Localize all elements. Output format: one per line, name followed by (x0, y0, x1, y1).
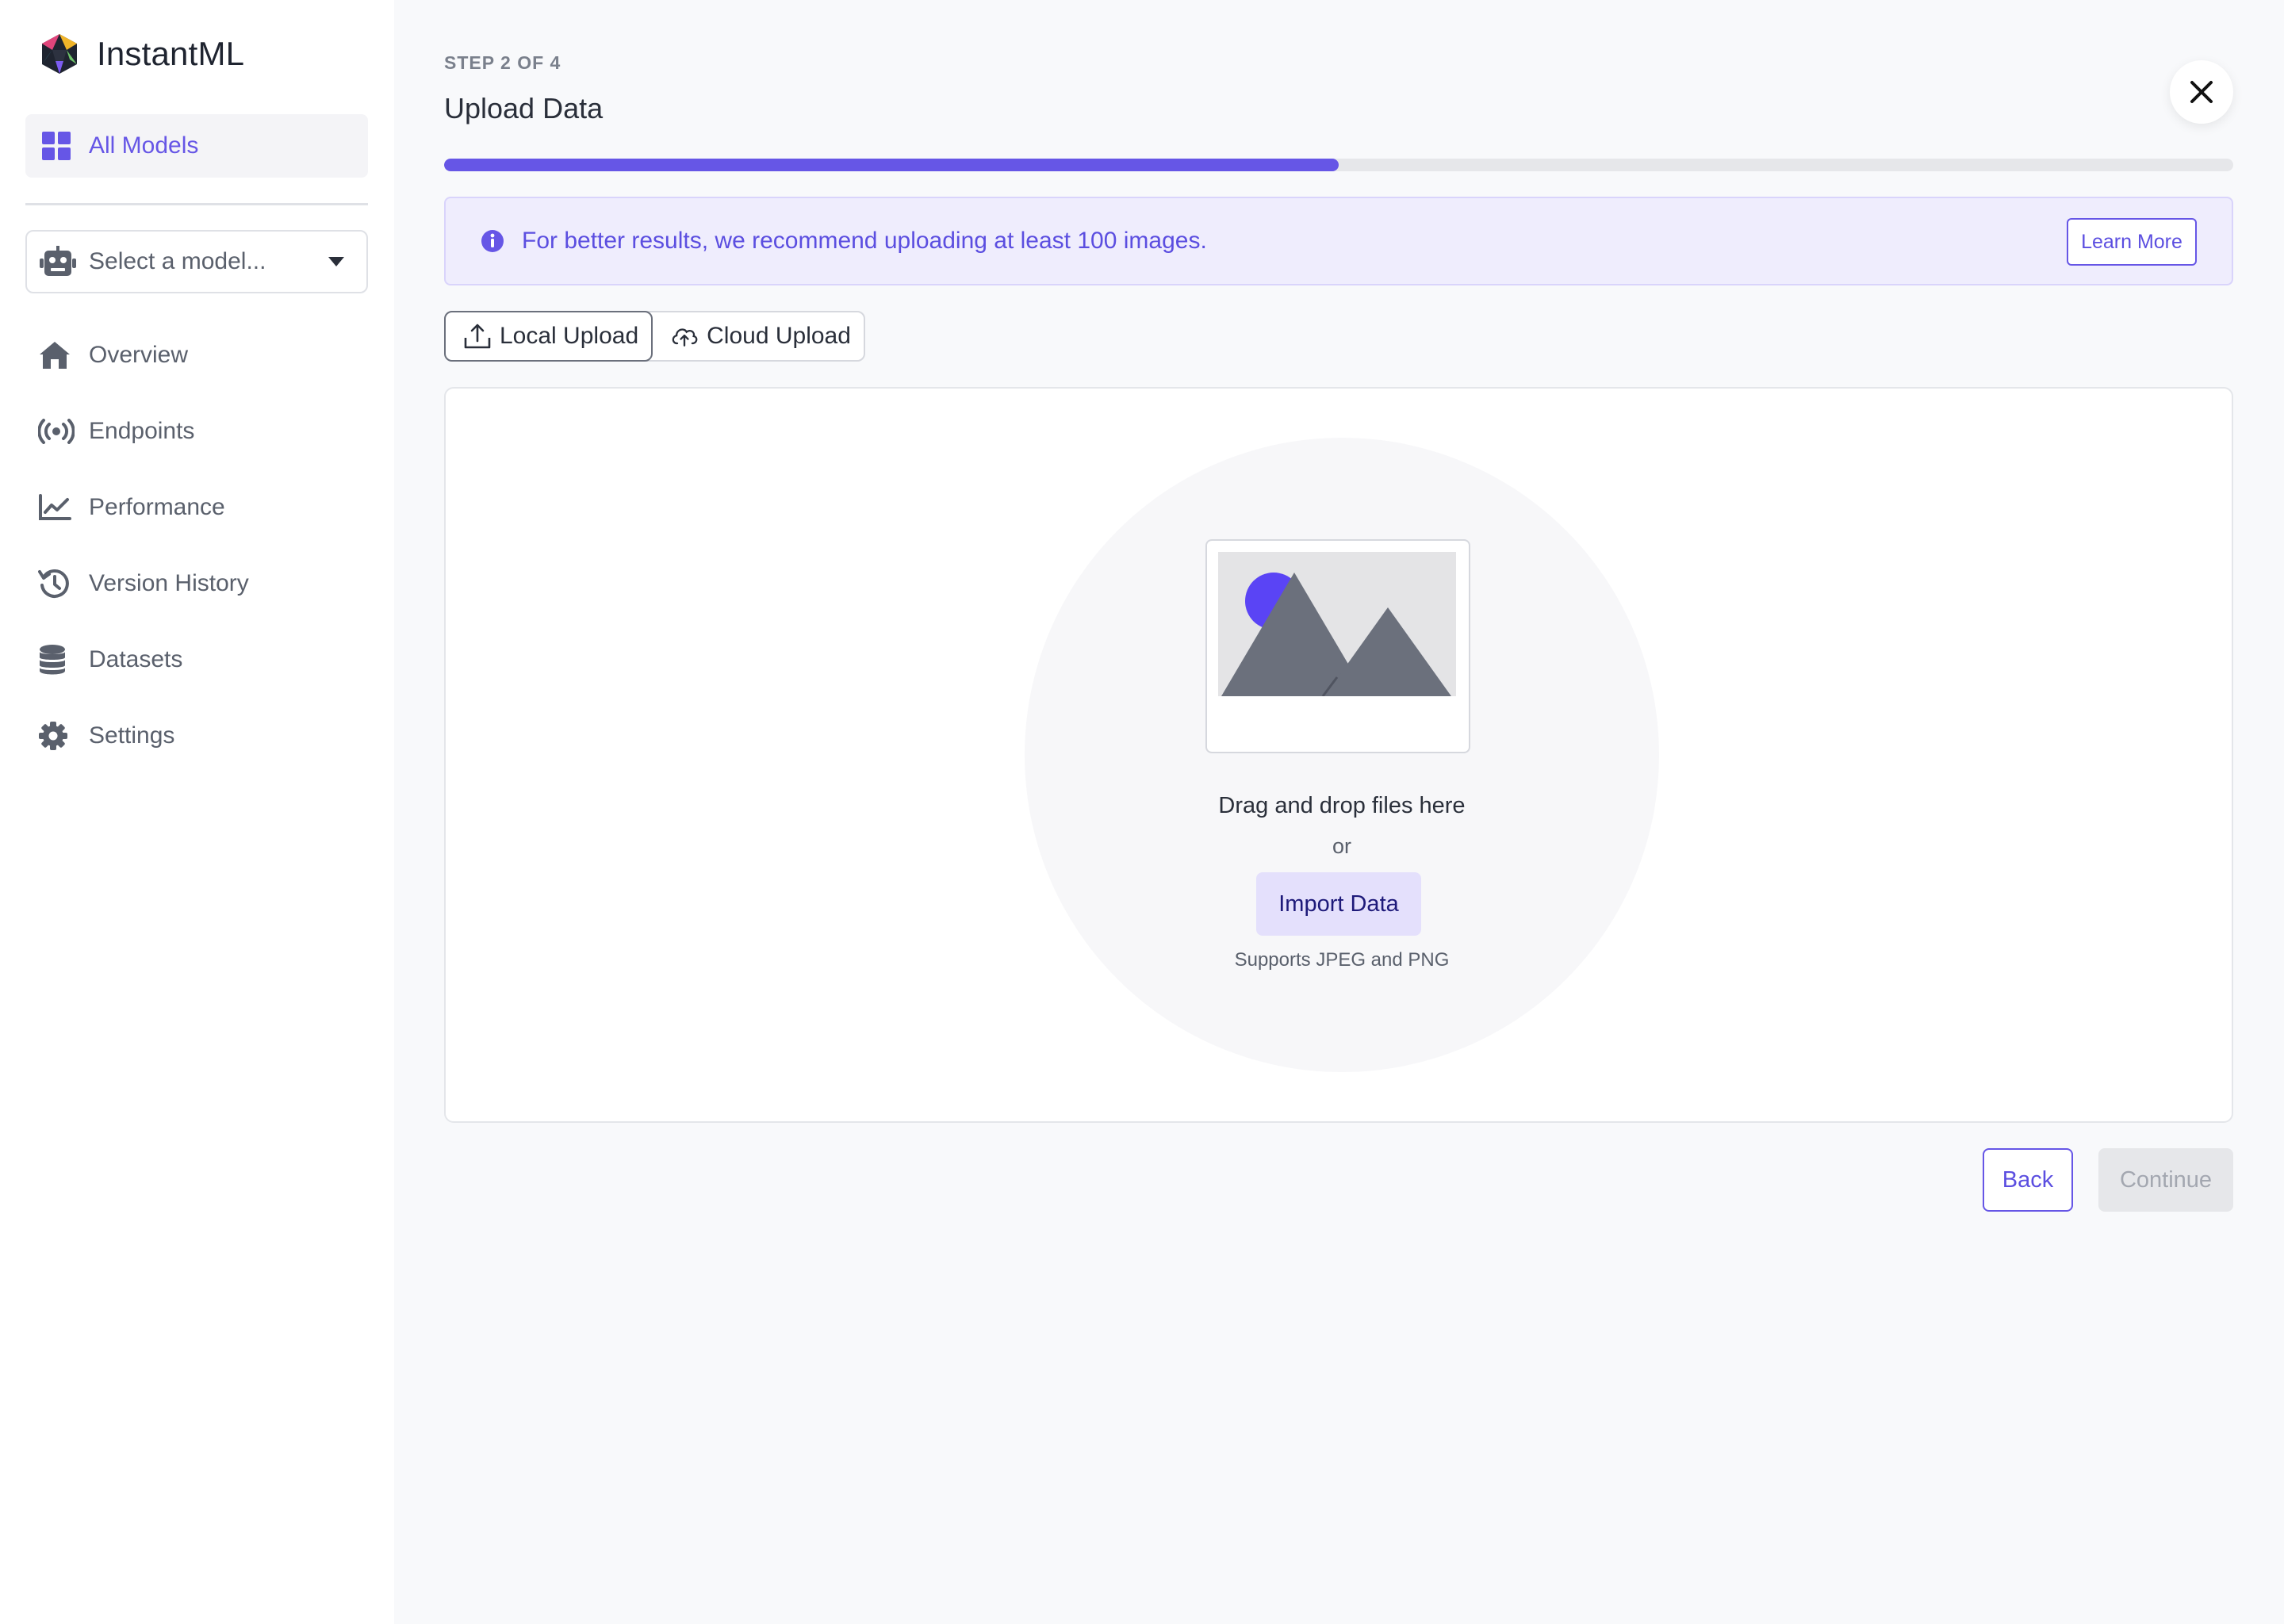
import-data-button[interactable]: Import Data (1256, 872, 1421, 936)
dropzone-title: Drag and drop files here (1218, 793, 1466, 818)
step-indicator: STEP 2 OF 4 (444, 52, 561, 73)
info-icon (481, 230, 504, 252)
sidebar-item-endpoints[interactable]: Endpoints (38, 393, 371, 469)
brand[interactable]: InstantML (38, 32, 244, 76)
close-button[interactable] (2170, 60, 2233, 124)
grid-icon (42, 132, 71, 160)
upload-icon (464, 324, 491, 349)
chevron-down-icon (328, 257, 344, 266)
tab-label: Cloud Upload (707, 323, 851, 349)
dropzone-hint: Supports JPEG and PNG (1234, 949, 1450, 971)
page-title: Upload Data (444, 92, 604, 124)
image-preview-card (1205, 539, 1470, 753)
history-icon (38, 569, 69, 598)
sidebar-item-label: All Models (89, 132, 199, 159)
upload-tabs: Local Upload Cloud Upload (444, 311, 865, 362)
tab-cloud-upload[interactable]: Cloud Upload (653, 312, 864, 360)
back-button[interactable]: Back (1983, 1148, 2073, 1212)
tab-label: Local Upload (500, 323, 639, 349)
sidebar-nav: Overview Endpoints Performance Version H… (38, 317, 371, 774)
sidebar-item-label: Overview (89, 342, 189, 368)
sidebar-item-settings[interactable]: Settings (38, 698, 371, 774)
dropzone-or: or (1332, 834, 1351, 858)
learn-more-button[interactable]: Learn More (2067, 218, 2197, 266)
database-icon (40, 645, 65, 675)
sidebar-item-label: Settings (89, 722, 175, 749)
sidebar-item-version-history[interactable]: Version History (38, 546, 371, 622)
progress-fill (444, 159, 1339, 171)
sidebar-item-label: Endpoints (89, 418, 195, 444)
info-alert: For better results, we recommend uploadi… (444, 197, 2233, 285)
tab-local-upload[interactable]: Local Upload (444, 311, 653, 362)
sidebar-item-datasets[interactable]: Datasets (38, 622, 371, 698)
model-select-dropdown[interactable]: Select a model... (25, 230, 368, 293)
model-select-value: Select a model... (89, 248, 266, 274)
robot-icon (40, 246, 76, 276)
brand-name: InstantML (97, 35, 245, 72)
alert-text: For better results, we recommend uploadi… (522, 228, 1207, 254)
sidebar-item-all-models[interactable]: All Models (25, 114, 368, 178)
progress-bar (444, 159, 2233, 171)
sidebar-item-label: Performance (89, 494, 225, 520)
dropzone-circle (1025, 438, 1659, 1072)
home-icon (40, 342, 70, 369)
sidebar: InstantML All Models Select a model... O… (0, 0, 394, 1624)
gear-icon (39, 722, 67, 750)
instantml-logo-icon (42, 34, 77, 74)
continue-button[interactable]: Continue (2098, 1148, 2233, 1212)
sidebar-item-label: Datasets (89, 646, 183, 672)
cloud-upload-icon (672, 328, 698, 347)
image-placeholder-icon (1218, 552, 1456, 696)
close-icon (2190, 81, 2213, 103)
sidebar-item-overview[interactable]: Overview (38, 317, 371, 393)
sidebar-divider (25, 203, 368, 205)
chart-line-icon (39, 494, 71, 520)
broadcast-icon (38, 419, 75, 444)
sidebar-item-performance[interactable]: Performance (38, 469, 371, 546)
sidebar-item-label: Version History (89, 570, 249, 596)
